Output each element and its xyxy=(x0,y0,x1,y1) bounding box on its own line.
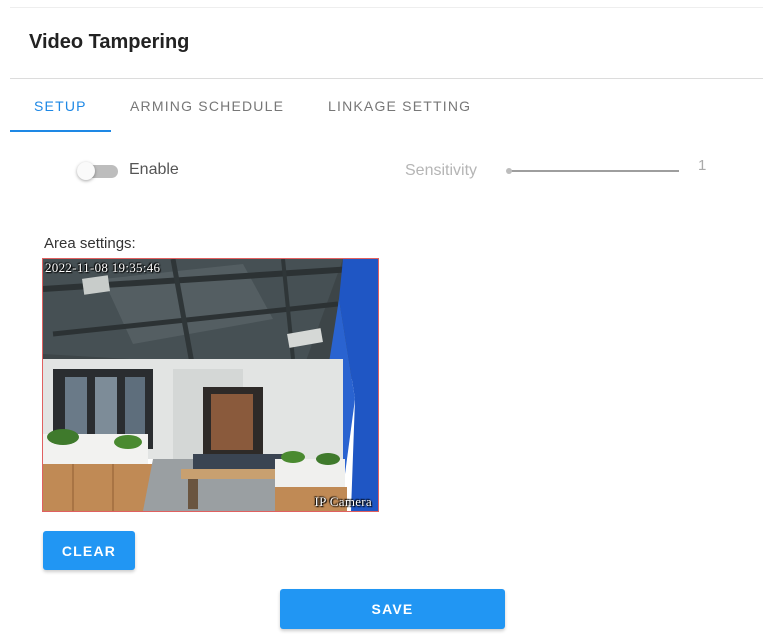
tab-arming-schedule[interactable]: ARMING SCHEDULE xyxy=(130,98,284,114)
tab-linkage-setting[interactable]: LINKAGE SETTING xyxy=(328,98,471,114)
slider-rail xyxy=(508,170,679,172)
sensitivity-slider[interactable] xyxy=(503,165,679,177)
enable-label: Enable xyxy=(129,161,179,178)
camera-image xyxy=(43,259,378,511)
camera-name-overlay: IP Camera xyxy=(314,494,372,509)
camera-preview[interactable]: 2022-11-08 19:35:46 IP Camera xyxy=(42,258,379,512)
tab-bar: SETUP ARMING SCHEDULE LINKAGE SETTING xyxy=(10,80,710,132)
tab-setup[interactable]: SETUP xyxy=(34,98,87,114)
clear-button[interactable]: CLEAR xyxy=(43,531,135,570)
sensitivity-value: 1 xyxy=(698,157,707,174)
active-tab-indicator xyxy=(10,130,111,132)
timestamp-overlay: 2022-11-08 19:35:46 xyxy=(45,260,161,275)
save-button[interactable]: SAVE xyxy=(280,589,505,629)
sensitivity-label: Sensitivity xyxy=(405,162,478,179)
slider-knob[interactable] xyxy=(506,168,512,174)
area-settings-label: Area settings: xyxy=(44,235,136,252)
toggle-thumb xyxy=(77,162,95,180)
title-divider xyxy=(10,78,763,79)
top-divider xyxy=(10,7,763,8)
enable-toggle[interactable] xyxy=(77,162,121,180)
page-title: Video Tampering xyxy=(29,31,190,53)
